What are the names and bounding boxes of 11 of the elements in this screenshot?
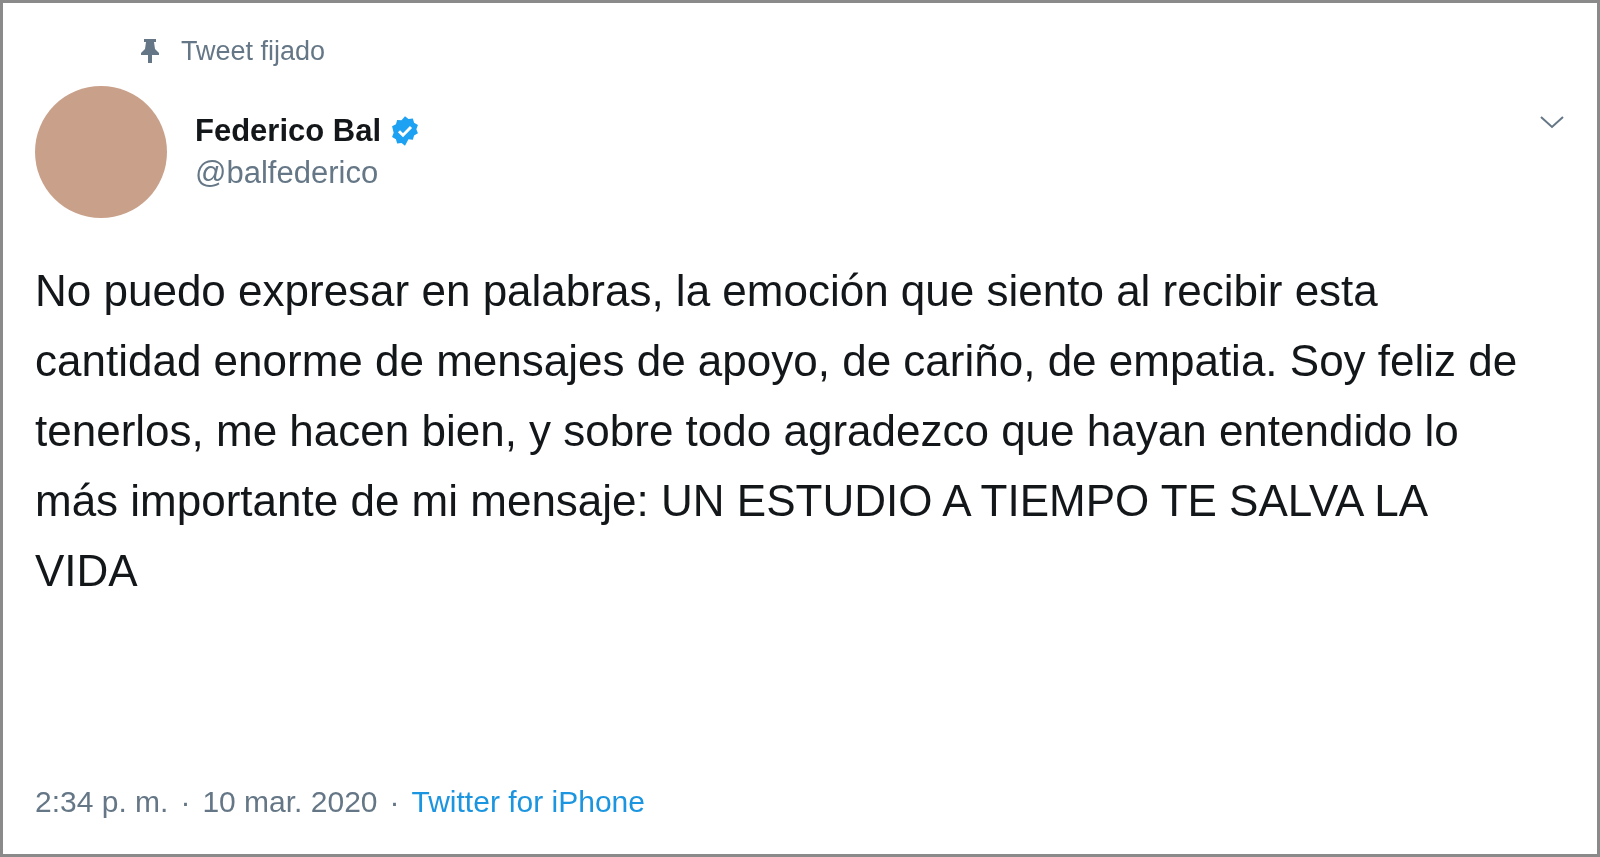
separator-dot: · [180, 784, 191, 820]
tweet-time[interactable]: 2:34 p. m. [35, 779, 169, 824]
source-link[interactable]: Twitter for iPhone [411, 779, 645, 824]
pinned-label: Tweet fijado [181, 35, 326, 68]
tweet-text: No puedo expresar en palabras, la emoción que siento al recibir esta cantidad enorme de mensajes de apoyo, de cariño, de empatia. Soy feliz de tenerlos, me hacen bien, y sobre todo agradezco que hayan entendido lo más importante de mi mensaje: UN ESTUDIO A TIEMPO TE SALVA LA VIDA [34, 264, 1519, 597]
pin-icon [139, 37, 161, 66]
chevron-down-icon[interactable] [1539, 113, 1565, 130]
tweet-date[interactable]: 10 mar. 2020 [202, 779, 378, 824]
author-name[interactable]: Federico Bal [195, 107, 382, 154]
author-handle[interactable]: @balfederico [195, 154, 422, 193]
separator-dot: · [389, 784, 400, 820]
